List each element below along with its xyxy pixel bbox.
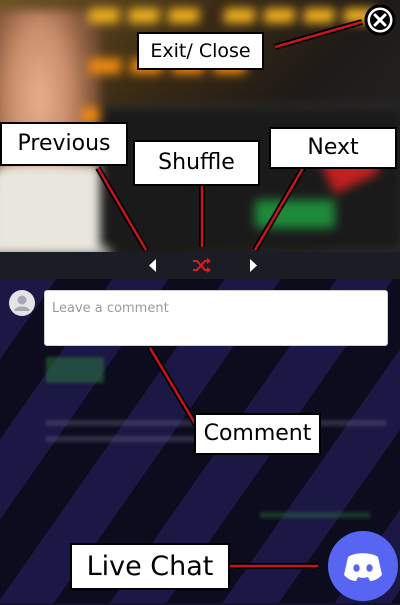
- live-chat-button[interactable]: [328, 531, 398, 601]
- label-next: Next: [269, 127, 397, 169]
- annotation-leaders: [95, 19, 363, 569]
- label-previous: Previous: [0, 122, 128, 166]
- label-shuffle: Shuffle: [133, 140, 260, 186]
- label-exit-close: Exit/ Close: [137, 32, 264, 70]
- label-comment: Comment: [194, 413, 321, 455]
- discord-icon: [344, 553, 382, 581]
- label-live-chat: Live Chat: [70, 543, 230, 590]
